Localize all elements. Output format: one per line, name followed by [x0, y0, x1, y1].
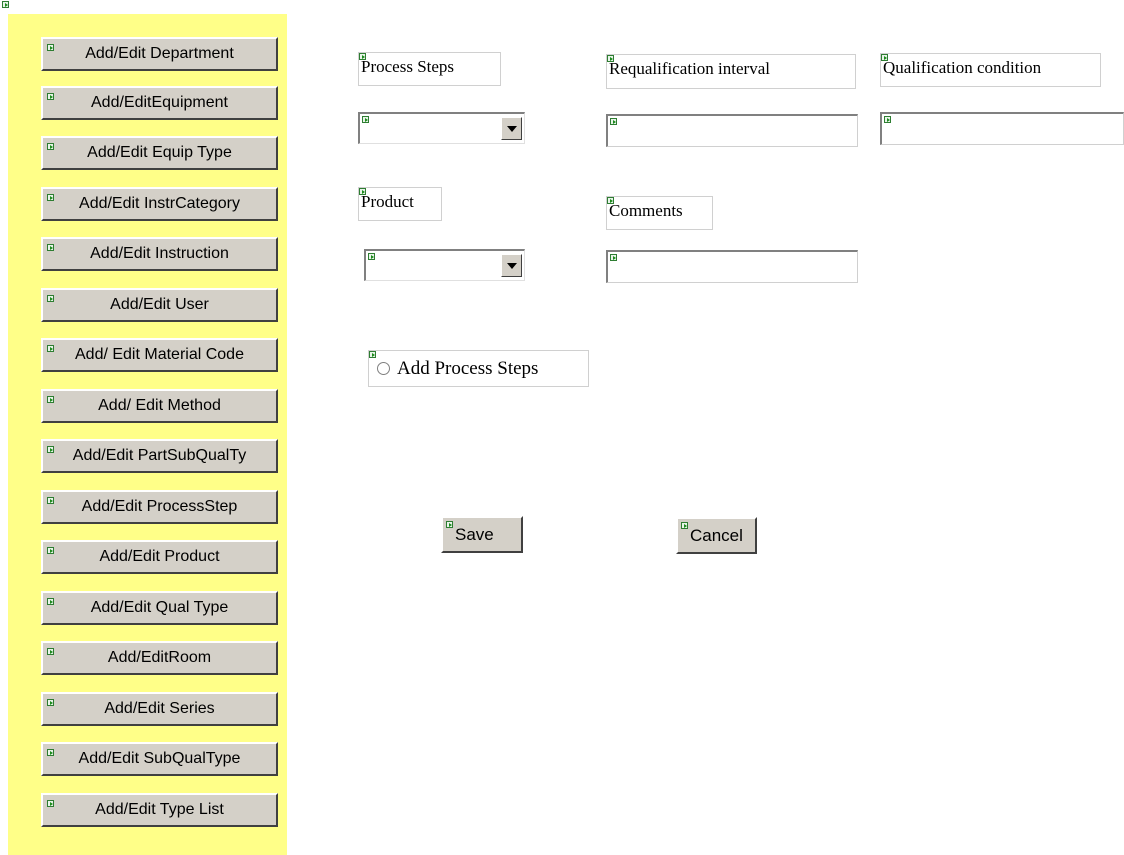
sidebar-item-add-edit-equip-type[interactable]: Add/Edit Equip Type [41, 136, 278, 170]
sidebar-item-add-edit-product[interactable]: Add/Edit Product [41, 540, 278, 574]
sidebar-item-add-edit-department[interactable]: Add/Edit Department [41, 37, 278, 71]
sidebar-item-add-edit-process-step[interactable]: Add/Edit ProcessStep [41, 490, 278, 524]
marker-icon [47, 800, 54, 807]
sidebar-item-add-edit-instruction[interactable]: Add/Edit Instruction [41, 237, 278, 271]
marker-icon [2, 1, 9, 8]
requalification-interval-label: Requalification interval [606, 54, 856, 89]
sidebar-item-add-edit-type-list[interactable]: Add/Edit Type List [41, 793, 278, 827]
marker-icon [47, 295, 54, 302]
qualification-condition-label-text: Qualification condition [883, 58, 1042, 77]
sidebar-item-label: Add/Edit User [110, 296, 209, 313]
marker-icon [681, 522, 688, 529]
sidebar-item-label: Add/Edit SubQualType [78, 750, 241, 767]
sidebar-item-label: Add/Edit Department [85, 45, 234, 62]
sidebar-item-add-edit-sub-qual-type[interactable]: Add/Edit SubQualType [41, 742, 278, 776]
marker-icon [47, 446, 54, 453]
add-process-steps-radio[interactable]: Add Process Steps [368, 350, 589, 387]
sidebar-item-label: Add/Edit Product [99, 548, 220, 565]
save-button[interactable]: Save [441, 516, 523, 553]
marker-icon [884, 116, 891, 123]
cancel-button[interactable]: Cancel [676, 517, 757, 554]
marker-icon [47, 44, 54, 51]
marker-icon [610, 118, 617, 125]
marker-icon [368, 253, 375, 260]
marker-icon [47, 699, 54, 706]
product-select[interactable] [364, 249, 525, 281]
sidebar-item-add-edit-series[interactable]: Add/Edit Series [41, 692, 278, 726]
marker-icon [610, 254, 617, 261]
marker-icon [607, 55, 614, 62]
comments-label-text: Comments [609, 201, 683, 220]
sidebar-item-add-edit-room[interactable]: Add/EditRoom [41, 641, 278, 675]
marker-icon [369, 351, 376, 358]
cancel-button-label: Cancel [690, 525, 743, 545]
marker-icon [881, 54, 888, 61]
sidebar-item-label: Add/Edit Equip Type [87, 144, 232, 161]
marker-icon [446, 521, 453, 528]
product-label-text: Product [361, 192, 414, 211]
comments-input[interactable] [606, 250, 858, 283]
qualification-condition-input[interactable] [880, 112, 1124, 145]
marker-icon [47, 396, 54, 403]
chevron-down-icon[interactable] [501, 254, 522, 277]
requalification-interval-input[interactable] [606, 114, 858, 147]
marker-icon [359, 188, 366, 195]
sidebar-item-label: Add/Edit Series [104, 700, 215, 717]
qualification-condition-label: Qualification condition [880, 53, 1101, 87]
marker-icon [47, 749, 54, 756]
sidebar-item-add-edit-qual-type[interactable]: Add/Edit Qual Type [41, 591, 278, 625]
sidebar-item-label: Add/EditRoom [107, 649, 212, 666]
sidebar-item-add-edit-material-code[interactable]: Add/ Edit Material Code [41, 338, 278, 372]
marker-icon [47, 143, 54, 150]
sidebar-item-label: Add/Edit Instruction [90, 245, 229, 262]
sidebar-item-add-edit-user[interactable]: Add/Edit User [41, 288, 278, 322]
process-steps-label-text: Process Steps [361, 57, 455, 76]
sidebar-item-label: Add/Edit Type List [95, 801, 224, 818]
sidebar-item-label: Add/Edit InstrCategory [79, 195, 240, 212]
radio-button[interactable] [377, 362, 390, 375]
marker-icon [47, 244, 54, 251]
comments-label: Comments [606, 196, 713, 230]
sidebar-item-add-edit-instr-category[interactable]: Add/Edit InstrCategory [41, 187, 278, 221]
marker-icon [47, 547, 54, 554]
marker-icon [607, 197, 614, 204]
product-label: Product [358, 187, 442, 221]
marker-icon [47, 194, 54, 201]
marker-icon [47, 93, 54, 100]
save-button-label: Save [455, 524, 494, 544]
marker-icon [47, 648, 54, 655]
sidebar-item-label: Add/Edit ProcessStep [81, 498, 238, 515]
sidebar-item-label: Add/Edit PartSubQualTy [72, 447, 247, 464]
sidebar-nav: Add/Edit Department Add/EditEquipment Ad… [8, 14, 287, 855]
sidebar-item-add-edit-equipment[interactable]: Add/EditEquipment [41, 86, 278, 120]
marker-icon [47, 345, 54, 352]
requalification-interval-label-text: Requalification interval [609, 59, 770, 78]
process-steps-label: Process Steps [358, 52, 501, 86]
sidebar-item-label: Add/ Edit Method [98, 397, 221, 414]
sidebar-item-label: Add/EditEquipment [91, 94, 228, 111]
marker-icon [47, 598, 54, 605]
marker-icon [362, 116, 369, 123]
chevron-down-icon[interactable] [501, 117, 522, 140]
sidebar-item-label: Add/ Edit Material Code [75, 346, 244, 363]
process-steps-select[interactable] [358, 112, 525, 144]
marker-icon [359, 53, 366, 60]
sidebar-item-label: Add/Edit Qual Type [90, 599, 229, 616]
sidebar-item-add-edit-method[interactable]: Add/ Edit Method [41, 389, 278, 423]
marker-icon [47, 497, 54, 504]
add-process-steps-label: Add Process Steps [397, 357, 539, 379]
sidebar-item-add-edit-part-sub-qual-type[interactable]: Add/Edit PartSubQualTy [41, 439, 278, 473]
